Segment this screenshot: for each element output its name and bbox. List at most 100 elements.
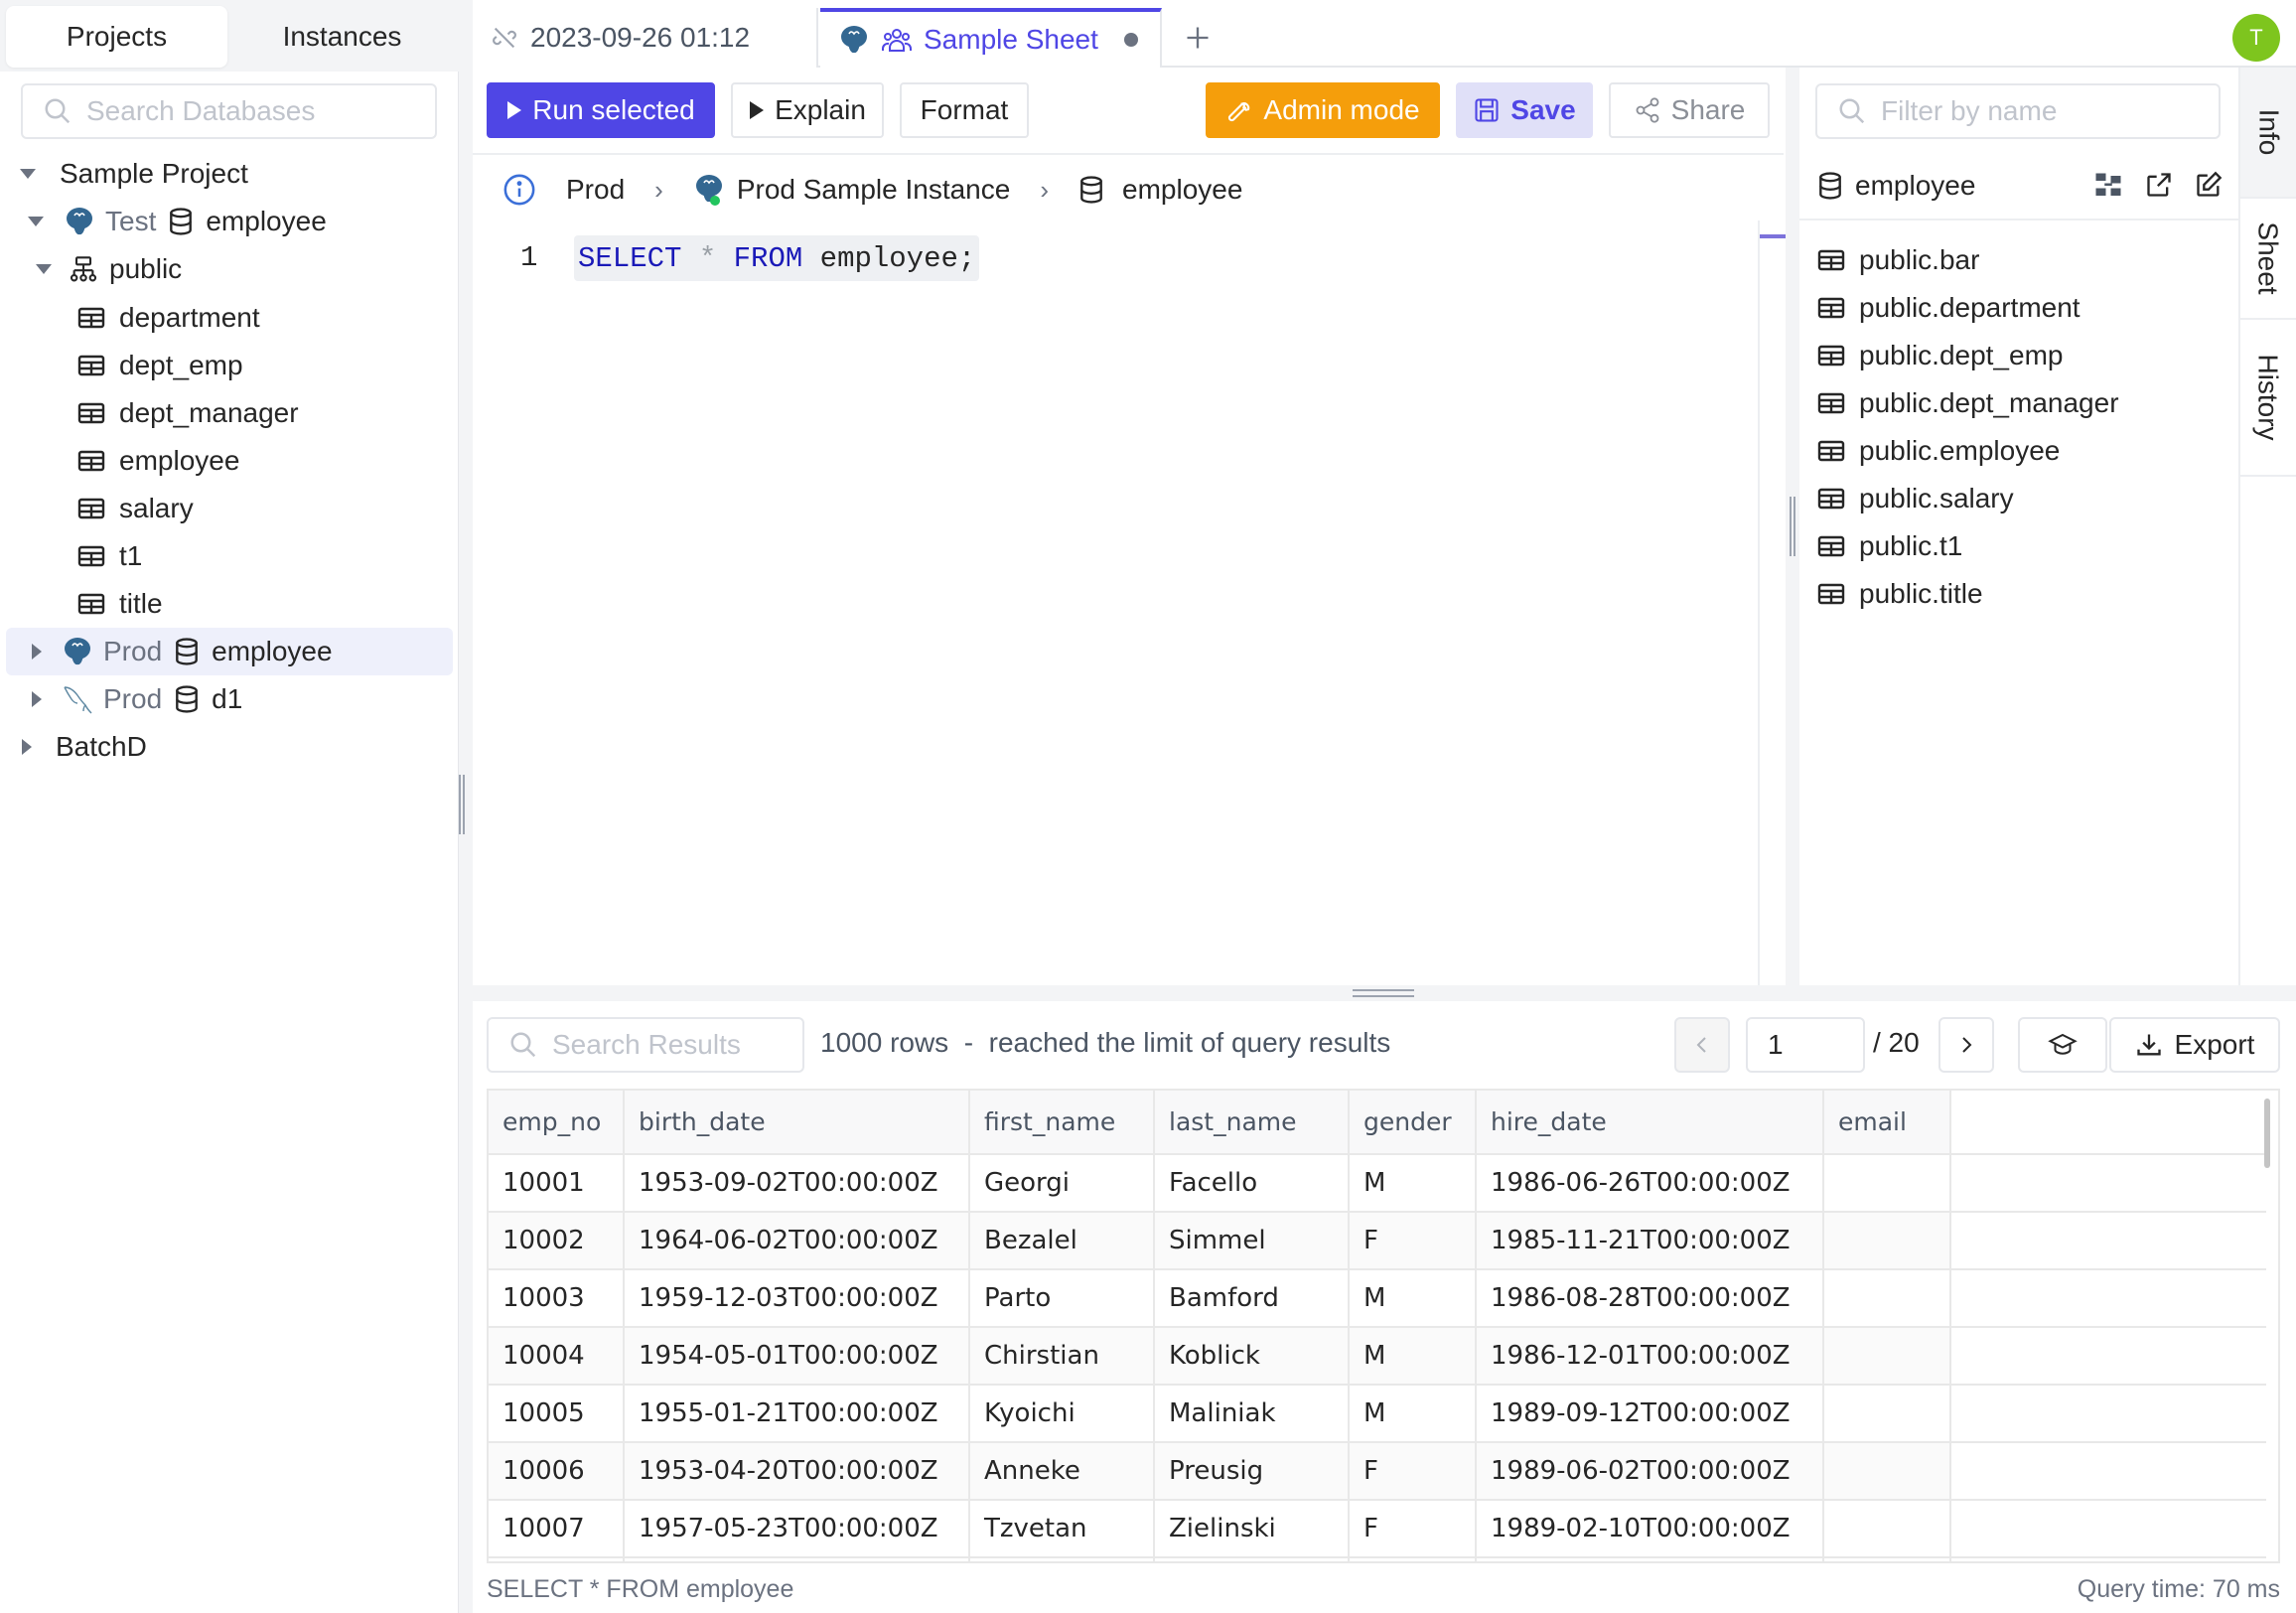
table-cell[interactable]: 10005 — [489, 1385, 625, 1443]
table-row[interactable] — [489, 1557, 2266, 1561]
table-cell[interactable]: Kyoichi — [969, 1385, 1155, 1443]
table-cell[interactable]: 10006 — [489, 1442, 625, 1501]
tree-table-item[interactable]: employee — [6, 437, 453, 485]
share-button[interactable]: Share — [1609, 82, 1770, 138]
table-row[interactable]: 10007 1957-05-23T00:00:00Z Tzvetan Zielinsk… — [489, 1500, 2266, 1558]
toggle-mode-button[interactable] — [2018, 1017, 2107, 1073]
table-cell[interactable]: 1964-06-02T00:00:00Z — [624, 1212, 970, 1270]
table-cell[interactable] — [969, 1557, 1155, 1561]
results-search[interactable] — [487, 1017, 804, 1073]
run-selected-button[interactable]: Run selected — [487, 82, 715, 138]
table-cell[interactable]: 10004 — [489, 1327, 625, 1386]
caret-down-icon[interactable] — [28, 217, 44, 226]
schema-table-item[interactable]: public.title — [1817, 572, 1983, 616]
results-search-input[interactable] — [552, 1029, 790, 1061]
page-input[interactable]: 1 — [1746, 1017, 1865, 1073]
table-row[interactable]: 10004 1954-05-01T00:00:00Z Chirstian Koblic… — [489, 1327, 2266, 1386]
tree-project-sample[interactable]: Sample Project — [6, 150, 453, 198]
column-header[interactable]: emp_no — [489, 1091, 625, 1155]
table-row[interactable]: 10003 1959-12-03T00:00:00Z Parto Bamford M 19… — [489, 1269, 2266, 1328]
table-cell[interactable]: M — [1349, 1269, 1477, 1328]
tree-table-item[interactable]: department — [6, 294, 453, 342]
table-cell[interactable]: 1959-12-03T00:00:00Z — [624, 1269, 970, 1328]
schema-table-item[interactable]: public.bar — [1817, 238, 1979, 282]
table-cell[interactable] — [624, 1557, 970, 1561]
tree-table-item[interactable]: dept_emp — [6, 342, 453, 389]
explain-button[interactable]: Explain — [731, 82, 884, 138]
table-cell[interactable] — [1823, 1327, 1951, 1386]
table-cell[interactable]: M — [1349, 1154, 1477, 1213]
table-cell[interactable] — [1823, 1154, 1951, 1213]
table-cell[interactable]: 1954-05-01T00:00:00Z — [624, 1327, 970, 1386]
table-cell[interactable]: Preusig — [1154, 1442, 1350, 1501]
schema-table-item[interactable]: public.t1 — [1817, 524, 1962, 568]
table-cell[interactable]: Maliniak — [1154, 1385, 1350, 1443]
table-cell[interactable] — [1823, 1442, 1951, 1501]
table-cell[interactable]: 10002 — [489, 1212, 625, 1270]
table-cell[interactable] — [1823, 1212, 1951, 1270]
table-cell[interactable] — [1349, 1557, 1477, 1561]
table-cell[interactable] — [1823, 1557, 1951, 1561]
save-button[interactable]: Save — [1456, 82, 1593, 138]
schema-table-item[interactable]: public.employee — [1817, 429, 2060, 473]
table-cell[interactable]: 10003 — [489, 1269, 625, 1328]
user-avatar[interactable]: T — [2232, 14, 2280, 62]
edit-icon[interactable] — [2195, 171, 2223, 201]
table-cell[interactable]: Anneke — [969, 1442, 1155, 1501]
table-cell[interactable]: 1985-11-21T00:00:00Z — [1476, 1212, 1824, 1270]
table-cell[interactable]: F — [1349, 1442, 1477, 1501]
tab-instances[interactable]: Instances — [231, 6, 453, 68]
table-cell[interactable]: Simmel — [1154, 1212, 1350, 1270]
caret-right-icon[interactable] — [22, 739, 32, 755]
tree-table-item[interactable]: t1 — [6, 532, 453, 580]
admin-mode-button[interactable]: Admin mode — [1206, 82, 1440, 138]
tab-sample-sheet[interactable]: Sample Sheet — [820, 8, 1162, 68]
breadcrumb-database[interactable]: employee — [1122, 174, 1242, 206]
schema-table-item[interactable]: public.dept_manager — [1817, 381, 2119, 425]
table-cell[interactable]: Parto — [969, 1269, 1155, 1328]
table-row[interactable]: 10002 1964-06-02T00:00:00Z Bezalel Simmel F 1… — [489, 1212, 2266, 1270]
table-cell[interactable]: 1989-02-10T00:00:00Z — [1476, 1500, 1824, 1558]
table-cell[interactable]: 1989-06-02T00:00:00Z — [1476, 1442, 1824, 1501]
tree-db-test-employee[interactable]: Test employee — [6, 198, 453, 245]
breadcrumb-environment[interactable]: Prod — [566, 174, 625, 206]
next-page-button[interactable] — [1938, 1017, 1994, 1073]
table-cell[interactable]: Facello — [1154, 1154, 1350, 1213]
tab-projects[interactable]: Projects — [6, 6, 227, 68]
breadcrumb-instance[interactable]: Prod Sample Instance — [737, 174, 1011, 206]
external-link-icon[interactable] — [2145, 171, 2173, 201]
column-header[interactable]: hire_date — [1476, 1091, 1824, 1155]
table-cell[interactable]: Bamford — [1154, 1269, 1350, 1328]
prev-page-button[interactable] — [1674, 1017, 1730, 1073]
table-cell[interactable] — [1823, 1269, 1951, 1328]
table-cell[interactable]: 10001 — [489, 1154, 625, 1213]
table-cell[interactable]: 1955-01-21T00:00:00Z — [624, 1385, 970, 1443]
table-cell[interactable]: Koblick — [1154, 1327, 1350, 1386]
table-cell[interactable] — [1823, 1500, 1951, 1558]
table-cell[interactable]: F — [1349, 1212, 1477, 1270]
drag-handle-icon[interactable] — [1353, 989, 1414, 997]
tree-db-prod-d1[interactable]: Prod d1 — [6, 675, 453, 723]
column-header[interactable]: last_name — [1154, 1091, 1350, 1155]
column-header[interactable]: email — [1823, 1091, 1951, 1155]
sidebar-resize-handle[interactable] — [459, 775, 465, 834]
schema-table-item[interactable]: public.department — [1817, 286, 2081, 330]
table-cell[interactable]: 1953-09-02T00:00:00Z — [624, 1154, 970, 1213]
editor-scrollbar-track[interactable] — [1758, 220, 1760, 985]
table-cell[interactable]: 1989-09-12T00:00:00Z — [1476, 1385, 1824, 1443]
schema-diagram-icon[interactable] — [2093, 171, 2123, 201]
export-button[interactable]: Export — [2109, 1017, 2280, 1073]
table-cell[interactable]: Chirstian — [969, 1327, 1155, 1386]
table-row[interactable]: 10006 1953-04-20T00:00:00Z Anneke Preusig F 1… — [489, 1442, 2266, 1501]
table-cell[interactable]: 1986-08-28T00:00:00Z — [1476, 1269, 1824, 1328]
format-button[interactable]: Format — [900, 82, 1029, 138]
table-row[interactable]: 10005 1955-01-21T00:00:00Z Kyoichi Maliniak… — [489, 1385, 2266, 1443]
table-cell[interactable]: F — [1349, 1500, 1477, 1558]
database-search-input[interactable] — [86, 95, 424, 127]
table-cell[interactable] — [1154, 1557, 1350, 1561]
vtab-sheet[interactable]: Sheet — [2240, 199, 2296, 320]
filter-field[interactable] — [1815, 83, 2221, 139]
tree-table-item[interactable]: salary — [6, 485, 453, 532]
table-cell[interactable] — [1823, 1385, 1951, 1443]
table-cell[interactable]: Tzvetan — [969, 1500, 1155, 1558]
